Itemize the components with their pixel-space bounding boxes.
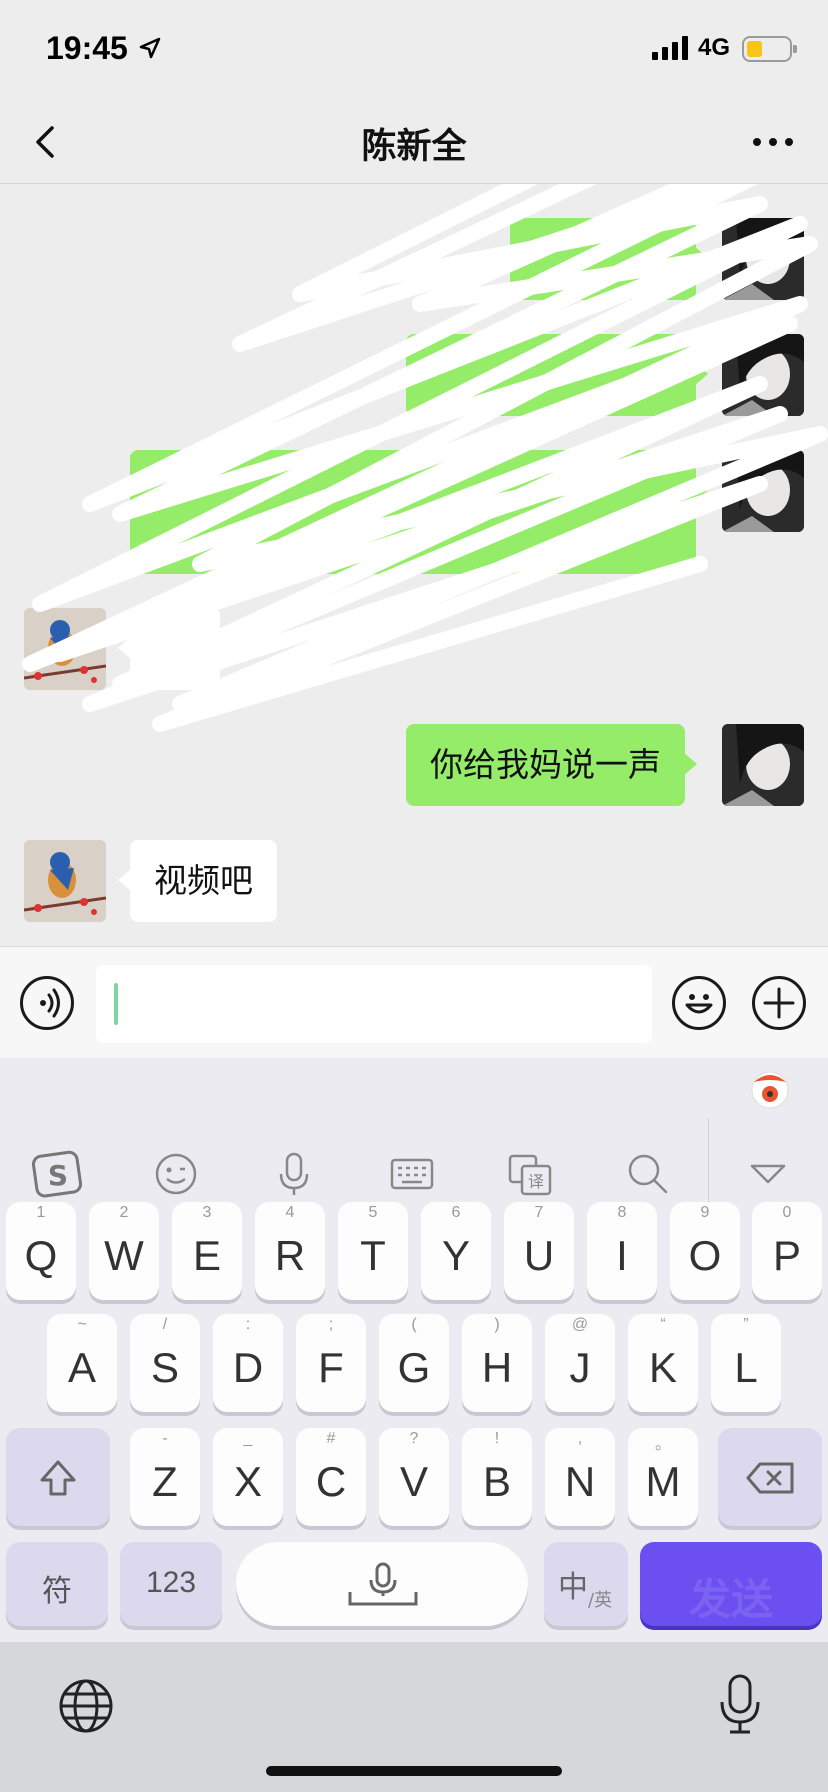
message-list[interactable]: 你给我妈说一声 视频吧 bbox=[0, 184, 828, 946]
network-type: 4G bbox=[698, 34, 731, 61]
backspace-icon bbox=[746, 1462, 794, 1494]
redacted-message[interactable] bbox=[130, 450, 708, 574]
redacted-message[interactable] bbox=[510, 218, 708, 300]
shift-arrow-icon bbox=[40, 1460, 76, 1496]
home-indicator[interactable] bbox=[266, 1766, 562, 1776]
key-g[interactable]: (G bbox=[379, 1314, 449, 1412]
space-mic-icon bbox=[348, 1562, 418, 1606]
globe-icon[interactable] bbox=[58, 1678, 114, 1734]
key-e[interactable]: 3E bbox=[172, 1202, 242, 1300]
redacted-message[interactable] bbox=[406, 334, 708, 416]
key-s[interactable]: / S bbox=[130, 1314, 200, 1412]
ime-keyboard: S 译 1Q 2W 3E 4R 5T 6Y 7U 8I 9O 0P ~ A / S … bbox=[0, 1058, 828, 1642]
key-l[interactable]: ” L bbox=[711, 1314, 781, 1412]
message-input-bar bbox=[0, 946, 828, 1058]
key-y[interactable]: 6Y bbox=[421, 1202, 491, 1300]
received-message[interactable]: 视频吧 bbox=[118, 840, 277, 922]
more-functions-button[interactable] bbox=[752, 976, 806, 1030]
my-avatar[interactable] bbox=[722, 450, 804, 532]
key-x[interactable]: _ X bbox=[213, 1428, 283, 1526]
sogou-logo-icon[interactable]: S bbox=[32, 1148, 84, 1200]
contact-avatar[interactable] bbox=[24, 608, 106, 690]
shift-key[interactable] bbox=[6, 1428, 110, 1526]
text-cursor bbox=[114, 983, 118, 1025]
cellular-signal-icon bbox=[652, 36, 688, 60]
key-j[interactable]: @ J bbox=[545, 1314, 615, 1412]
number-key[interactable]: 123 bbox=[120, 1542, 222, 1626]
key-i[interactable]: 8I bbox=[587, 1202, 657, 1300]
key-o[interactable]: 9O bbox=[670, 1202, 740, 1300]
svg-text:译: 译 bbox=[528, 1172, 544, 1191]
key-a[interactable]: ~ A bbox=[47, 1314, 117, 1412]
key-w[interactable]: 2W bbox=[89, 1202, 159, 1300]
ime-mascot-icon[interactable] bbox=[746, 1064, 794, 1112]
location-arrow-icon bbox=[139, 37, 161, 59]
battery-icon bbox=[742, 36, 797, 62]
my-avatar[interactable] bbox=[722, 724, 804, 806]
language-switch-main: 中 bbox=[558, 1570, 588, 1605]
keyboard-layout-icon[interactable] bbox=[386, 1148, 438, 1200]
key-z[interactable]: -Z bbox=[130, 1428, 200, 1526]
key-b[interactable]: ! B bbox=[462, 1428, 532, 1526]
search-icon[interactable] bbox=[622, 1148, 674, 1200]
dictation-mic-icon[interactable] bbox=[716, 1672, 764, 1736]
contact-name: 陈新全 bbox=[361, 127, 467, 167]
contact-avatar[interactable] bbox=[24, 840, 106, 922]
translate-icon[interactable]: 译 bbox=[504, 1148, 556, 1200]
key-d[interactable]: :D bbox=[213, 1314, 283, 1412]
symbol-key[interactable]: 符 bbox=[6, 1542, 108, 1626]
key-p[interactable]: 0P bbox=[752, 1202, 822, 1300]
key-h[interactable]: ) H bbox=[462, 1314, 532, 1412]
key-u[interactable]: 7U bbox=[504, 1202, 574, 1300]
my-avatar[interactable] bbox=[722, 218, 804, 300]
voice-input-button[interactable] bbox=[20, 976, 74, 1030]
key-n[interactable]: ,N bbox=[545, 1428, 615, 1526]
send-key[interactable]: 发送 bbox=[640, 1542, 822, 1626]
microphone-icon[interactable] bbox=[268, 1148, 320, 1200]
space-key[interactable] bbox=[236, 1542, 528, 1626]
language-switch-key[interactable]: 中 /英 bbox=[544, 1542, 628, 1626]
collapse-keyboard-icon[interactable] bbox=[742, 1148, 794, 1200]
key-v[interactable]: ? V bbox=[379, 1428, 449, 1526]
status-time: 19:45 bbox=[46, 30, 128, 66]
key-t[interactable]: 5T bbox=[338, 1202, 408, 1300]
redacted-message[interactable] bbox=[118, 608, 220, 690]
key-r[interactable]: 4R bbox=[255, 1202, 325, 1300]
my-avatar[interactable] bbox=[722, 334, 804, 416]
chat-header: 陈新全 bbox=[0, 100, 828, 184]
sent-message[interactable]: 你给我妈说一声 bbox=[406, 724, 697, 806]
key-c[interactable]: # C bbox=[296, 1428, 366, 1526]
backspace-key[interactable] bbox=[718, 1428, 822, 1526]
emoji-face-icon[interactable] bbox=[150, 1148, 202, 1200]
key-m[interactable]: 。 M bbox=[628, 1428, 698, 1526]
language-switch-sub: /英 bbox=[588, 1590, 613, 1611]
key-f[interactable]: ; F bbox=[296, 1314, 366, 1412]
emoji-button[interactable] bbox=[672, 976, 726, 1030]
key-k[interactable]: “K bbox=[628, 1314, 698, 1412]
key-q[interactable]: 1Q bbox=[6, 1202, 76, 1300]
message-input[interactable] bbox=[96, 965, 652, 1043]
svg-text:S: S bbox=[48, 1159, 68, 1192]
system-bar bbox=[0, 1642, 828, 1792]
more-options-icon[interactable] bbox=[748, 120, 798, 164]
status-bar: 19:45 4G bbox=[0, 0, 828, 100]
